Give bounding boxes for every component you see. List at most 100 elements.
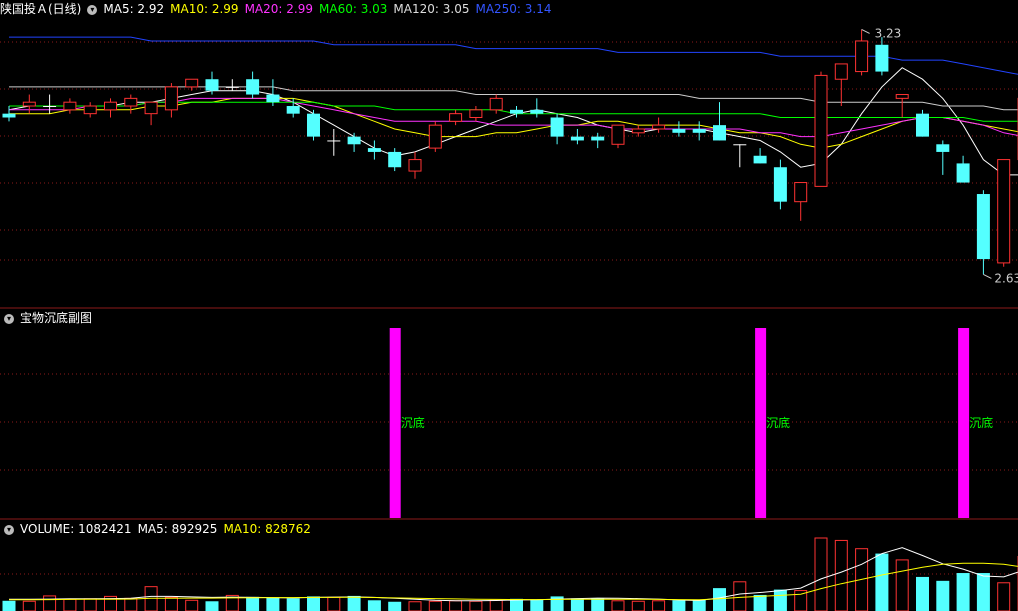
candle-body [916,113,929,137]
volume-bar [510,598,523,611]
volume-bar [185,599,199,611]
volume-bar [22,600,36,611]
candle-body [469,109,483,118]
candle-body [997,159,1011,264]
candle-body [185,78,199,88]
candle-body [956,163,970,183]
volume-bar [652,600,666,611]
candle-body [713,125,726,141]
candle-body [489,97,503,111]
candle-body [631,128,645,134]
candle-body [773,167,787,202]
volume-bar [408,601,422,611]
volume-bar [428,600,442,611]
candle-body [510,109,523,114]
volume-bar [672,600,686,611]
volume-bar [591,598,605,611]
volume-bar [63,598,77,611]
volume-bar [611,600,625,611]
candle-body [976,194,990,260]
volume-bar [733,581,747,611]
candle-body [753,155,767,164]
volume-bar [794,590,808,611]
volume-bar [834,539,848,611]
volume-bar [469,600,483,611]
candle-body [652,124,666,130]
candle-body [2,113,16,118]
candle-body [286,106,300,114]
candle-body [570,136,584,141]
candle-body [144,101,158,115]
volume-bar [489,599,503,611]
volume-bar [570,598,584,611]
candle-body [22,101,36,107]
candle-body [692,128,706,133]
volume-bar [205,601,219,611]
candle-body [347,136,361,145]
candle-body [814,74,828,187]
volume-bar [449,600,463,611]
bottom-signal-label: 沉底 [969,415,993,430]
candle-body [936,144,950,152]
candle-body [672,128,686,133]
candle-body [83,105,97,115]
candle-body [205,79,219,91]
candle-body [855,40,869,73]
volume-bar [631,600,645,611]
volume-bar [286,598,300,611]
volume-bar [266,597,280,611]
candle-body [428,124,442,149]
volume-bar [83,598,97,611]
candle-body [327,140,341,142]
volume-bar [124,597,138,611]
volume-bar [773,589,787,611]
volume-bar [875,553,889,611]
candle-body [550,117,564,137]
candle-body [611,124,625,145]
bottom-signal-bar [389,328,401,518]
volume-bar [814,537,828,611]
candle-body [591,136,605,141]
volume-bar [43,595,57,611]
candle-body [834,63,848,80]
candle-body [266,94,280,103]
volume-bar [956,573,970,611]
candle-body [895,94,909,99]
candle-body [246,79,260,95]
candle-body [124,97,138,107]
volume-bar [347,595,361,611]
candle-body [733,144,747,146]
volume-bar [2,600,16,611]
high-marker-line [861,29,870,34]
volume-bar [895,559,909,611]
bottom-signal-bar [958,328,970,518]
volume-bar [692,599,706,611]
candle-body [225,86,239,88]
low-price-label: 2.63 [994,271,1018,285]
volume-bar [713,588,726,611]
candle-body [408,159,422,172]
bottom-signal-bar [755,328,767,518]
bottom-signal-label: 沉底 [766,415,790,430]
ma-line-ma5 [8,67,1018,176]
volume-bar [530,599,544,611]
candle-body [307,113,320,137]
high-price-label: 3.23 [875,26,902,40]
volume-bar [367,600,381,611]
candle-body [794,182,808,203]
candle-body [164,86,178,111]
stock-chart: 3.23 2.63 沉底 沉底 沉底 [0,26,1018,611]
volume-bar [997,582,1011,611]
volume-bar [327,596,341,611]
candle-body [875,44,889,72]
volume-bar [916,576,929,611]
bottom-signal-label: 沉底 [401,415,425,430]
candle-body [63,101,77,111]
ma-line-ma10 [9,97,1018,149]
candle-body [43,106,57,108]
candle-body [388,151,402,168]
candle-body [104,101,117,111]
volume-bar [164,596,178,611]
volume-bar [976,573,990,611]
volume-bar [753,594,767,611]
